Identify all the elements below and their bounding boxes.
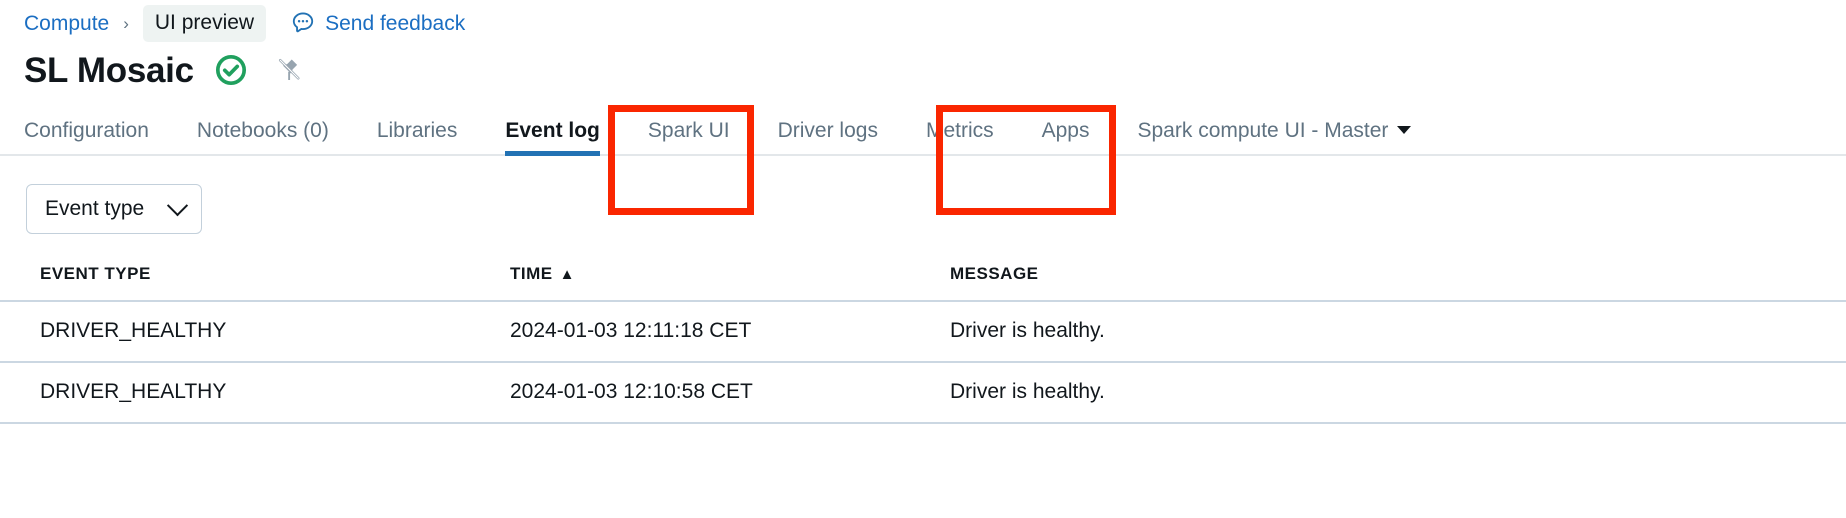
column-header-message[interactable]: MESSAGE (950, 264, 1846, 302)
send-feedback-button[interactable]: Send feedback (290, 10, 465, 36)
table-row[interactable]: DRIVER_HEALTHY 2024-01-03 12:11:18 CET D… (0, 301, 1846, 363)
column-header-event-type[interactable]: EVENT TYPE (0, 264, 510, 302)
column-header-time[interactable]: TIME ▲ (510, 264, 950, 302)
column-header-message-label: MESSAGE (950, 264, 1039, 283)
breadcrumb-compute-link[interactable]: Compute (24, 13, 109, 34)
sort-ascending-icon: ▲ (559, 266, 575, 283)
page-header: SL Mosaic (0, 46, 1846, 94)
tab-spark-ui[interactable]: Spark UI (648, 120, 730, 154)
breadcrumb: Compute › UI preview Send feedback (0, 0, 1846, 42)
tab-metrics[interactable]: Metrics (926, 120, 994, 154)
tab-apps-label: Apps (1041, 119, 1090, 142)
pin-off-icon[interactable] (274, 55, 304, 85)
tab-spark-ui-label: Spark UI (647, 119, 730, 142)
tab-event-log-label: Event log (505, 119, 600, 142)
speech-bubble-icon (290, 10, 316, 36)
caret-down-icon (1397, 126, 1412, 134)
ui-preview-badge: UI preview (142, 4, 267, 42)
tab-libraries[interactable]: Libraries (377, 120, 458, 154)
cell-time: 2024-01-03 12:11:18 CET (510, 301, 950, 363)
tab-configuration-label: Configuration (24, 119, 149, 142)
cell-event-type: DRIVER_HEALTHY (0, 362, 510, 424)
tab-metrics-label: Metrics (925, 119, 994, 142)
page-title: SL Mosaic (24, 50, 194, 90)
tab-configuration[interactable]: Configuration (24, 120, 149, 154)
cell-event-type: DRIVER_HEALTHY (0, 301, 510, 363)
tab-bar: Configuration Notebooks (0) Libraries Ev… (0, 108, 1846, 156)
table-header-row: EVENT TYPE TIME ▲ MESSAGE (0, 264, 1846, 302)
column-header-event-type-label: EVENT TYPE (40, 264, 151, 283)
table-row[interactable]: DRIVER_HEALTHY 2024-01-03 12:10:58 CET D… (0, 362, 1846, 424)
chevron-down-icon (167, 195, 189, 217)
tab-event-log[interactable]: Event log (505, 119, 600, 156)
tab-spark-compute-ui-master-label: Spark compute UI - Master (1137, 119, 1389, 142)
cell-time: 2024-01-03 12:10:58 CET (510, 362, 950, 424)
tab-spark-compute-ui-master[interactable]: Spark compute UI - Master (1138, 120, 1412, 154)
tab-notebooks-label: Notebooks (0) (196, 119, 329, 142)
event-type-filter-label: Event type (45, 197, 145, 220)
event-log-table: EVENT TYPE TIME ▲ MESSAGE DRIVER_HEALTHY … (0, 264, 1846, 424)
tab-driver-logs[interactable]: Driver logs (778, 120, 878, 154)
filter-bar: Event type (0, 156, 1846, 234)
event-type-filter-select[interactable]: Event type (26, 184, 203, 234)
tab-libraries-label: Libraries (376, 119, 458, 142)
cell-message: Driver is healthy. (950, 301, 1846, 363)
tab-driver-logs-label: Driver logs (777, 119, 878, 142)
column-header-time-label: TIME (510, 264, 553, 283)
cell-message: Driver is healthy. (950, 362, 1846, 424)
check-circle-icon (214, 53, 248, 87)
tab-apps[interactable]: Apps (1042, 120, 1090, 154)
breadcrumb-separator-icon: › (123, 13, 129, 33)
tab-notebooks[interactable]: Notebooks (0) (197, 120, 329, 154)
send-feedback-label: Send feedback (325, 11, 466, 35)
